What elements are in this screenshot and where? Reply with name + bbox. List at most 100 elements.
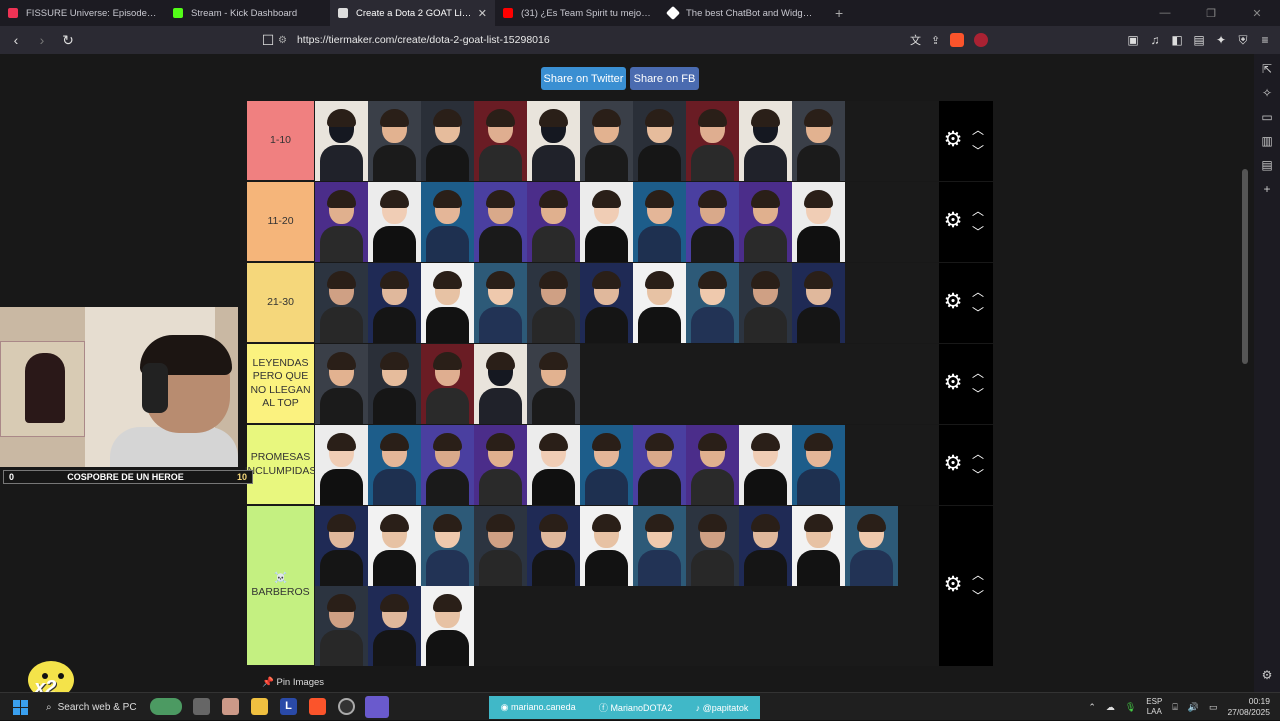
player-image[interactable] xyxy=(421,586,474,666)
obs-taskbar-icon[interactable] xyxy=(338,698,355,715)
player-image[interactable] xyxy=(421,101,474,181)
player-image[interactable] xyxy=(527,425,580,505)
player-image[interactable] xyxy=(527,506,580,586)
bookmark-icon[interactable]: ☐ xyxy=(258,32,278,49)
add-panel-icon[interactable]: + xyxy=(1263,182,1270,196)
gear-icon[interactable]: ⚙ xyxy=(942,127,964,152)
menu-icon[interactable]: ≡ xyxy=(1258,33,1272,47)
tier-label[interactable]: PROMESAS INCLUMPIDAS xyxy=(245,425,316,504)
restore-icon[interactable]: ❐ xyxy=(1188,7,1234,20)
chevron-up-icon[interactable]: ⌃ xyxy=(1088,702,1096,713)
player-image[interactable] xyxy=(686,425,739,505)
tier-image-area[interactable] xyxy=(315,344,939,424)
app-icon[interactable] xyxy=(222,698,239,715)
player-image[interactable] xyxy=(686,182,739,262)
player-image[interactable] xyxy=(845,506,898,586)
network-icon[interactable]: ⌸ xyxy=(1172,702,1177,713)
cloud-icon[interactable]: ☁ xyxy=(1106,702,1115,713)
player-image[interactable] xyxy=(474,182,527,262)
volume-icon[interactable]: 🔊 xyxy=(1188,702,1199,713)
tier-label[interactable]: 1-10 xyxy=(247,101,314,180)
pin-sidebar-icon[interactable]: ⇱ xyxy=(1262,62,1272,76)
player-image[interactable] xyxy=(368,263,421,343)
player-image[interactable] xyxy=(633,506,686,586)
player-image[interactable] xyxy=(315,182,368,262)
screenshot-icon[interactable]: ▣ xyxy=(1126,33,1140,47)
translate-icon[interactable]: 文 xyxy=(910,32,921,48)
move-up-icon[interactable]: ︿ xyxy=(972,202,984,219)
move-down-icon[interactable]: ﹀ xyxy=(972,304,984,321)
close-window-icon[interactable]: ✕ xyxy=(1234,7,1280,20)
player-image[interactable] xyxy=(792,263,845,343)
player-image[interactable] xyxy=(474,344,527,424)
widgets-icon[interactable] xyxy=(150,698,182,715)
move-down-icon[interactable]: ﹀ xyxy=(972,587,984,604)
tier-image-area[interactable] xyxy=(315,506,939,666)
player-image[interactable] xyxy=(580,506,633,586)
browser-tab-0[interactable]: FISSURE Universe: Episode 6 - Liquip xyxy=(0,0,165,26)
file-explorer-icon[interactable] xyxy=(251,698,268,715)
bookmarks-sidebar-icon[interactable]: ▥ xyxy=(1261,134,1272,148)
player-image[interactable] xyxy=(474,101,527,181)
player-image[interactable] xyxy=(739,101,792,181)
player-image[interactable] xyxy=(315,425,368,505)
gear-icon[interactable]: ⚙ xyxy=(942,370,964,395)
player-image[interactable] xyxy=(315,506,368,586)
gear-icon[interactable]: ⚙ xyxy=(942,572,964,597)
move-up-icon[interactable]: ︿ xyxy=(972,445,984,462)
player-image[interactable] xyxy=(792,182,845,262)
brave-rewards-icon[interactable] xyxy=(974,33,989,47)
task-view-icon[interactable] xyxy=(193,698,210,715)
browser-tab-4[interactable]: The best ChatBot and Widgets for Ki xyxy=(660,0,825,26)
tier-image-area[interactable] xyxy=(315,263,939,343)
media-icon[interactable]: ♫ xyxy=(1148,33,1162,47)
player-image[interactable] xyxy=(739,182,792,262)
sidebar-settings-icon[interactable]: ⚙ xyxy=(1262,668,1273,682)
player-image[interactable] xyxy=(633,425,686,505)
player-image[interactable] xyxy=(792,425,845,505)
reload-icon[interactable]: ↻ xyxy=(58,32,78,49)
tier-label[interactable]: 11-20 xyxy=(247,182,314,261)
wallet-sidebar-icon[interactable]: ▭ xyxy=(1261,110,1272,124)
tier-image-area[interactable] xyxy=(315,101,939,181)
tier-label[interactable]: ☠️ BARBEROS xyxy=(247,506,314,665)
player-image[interactable] xyxy=(368,101,421,181)
player-image[interactable] xyxy=(633,182,686,262)
player-image[interactable] xyxy=(421,506,474,586)
player-image[interactable] xyxy=(792,101,845,181)
player-image[interactable] xyxy=(686,263,739,343)
player-image[interactable] xyxy=(474,263,527,343)
back-icon[interactable]: ‹ xyxy=(6,32,26,48)
player-image[interactable] xyxy=(739,263,792,343)
vpn-icon[interactable]: ⛨ xyxy=(1236,33,1250,48)
player-image[interactable] xyxy=(368,586,421,666)
gear-icon[interactable]: ⚙ xyxy=(942,451,964,476)
leo-icon[interactable]: ✦ xyxy=(1214,33,1228,47)
browser-tab-2[interactable]: Create a Dota 2 GOAT List Tier Li ✕ xyxy=(330,0,495,26)
brave-taskbar-icon[interactable] xyxy=(309,698,326,715)
player-image[interactable] xyxy=(580,182,633,262)
tier-image-area[interactable] xyxy=(315,182,939,262)
gear-icon[interactable]: ⚙ xyxy=(942,208,964,233)
tier-label[interactable]: LEYENDAS PERO QUE NO LLEGAN AL TOP xyxy=(247,344,314,423)
page-scrollbar[interactable] xyxy=(1241,54,1249,692)
player-image[interactable] xyxy=(368,425,421,505)
minimize-icon[interactable]: — xyxy=(1142,7,1188,19)
sidebar-toggle-icon[interactable]: ◧ xyxy=(1170,33,1184,47)
player-image[interactable] xyxy=(368,344,421,424)
site-info-icon[interactable]: ⚙ xyxy=(278,35,287,46)
move-up-icon[interactable]: ︿ xyxy=(972,566,984,583)
player-image[interactable] xyxy=(421,344,474,424)
move-up-icon[interactable]: ︿ xyxy=(972,283,984,300)
player-image[interactable] xyxy=(580,263,633,343)
player-image[interactable] xyxy=(580,425,633,505)
player-image[interactable] xyxy=(686,101,739,181)
taskbar-clock[interactable]: 00:19 27/08/2025 xyxy=(1227,696,1270,718)
forward-icon[interactable]: › xyxy=(32,32,52,48)
share-facebook-button[interactable]: Share on FB xyxy=(630,67,699,90)
move-up-icon[interactable]: ︿ xyxy=(972,364,984,381)
player-image[interactable] xyxy=(315,586,368,666)
launcher-l-icon[interactable]: L xyxy=(280,698,297,715)
new-tab-icon[interactable]: + xyxy=(835,5,843,21)
microphone-icon[interactable]: 🎙 xyxy=(1125,702,1136,713)
